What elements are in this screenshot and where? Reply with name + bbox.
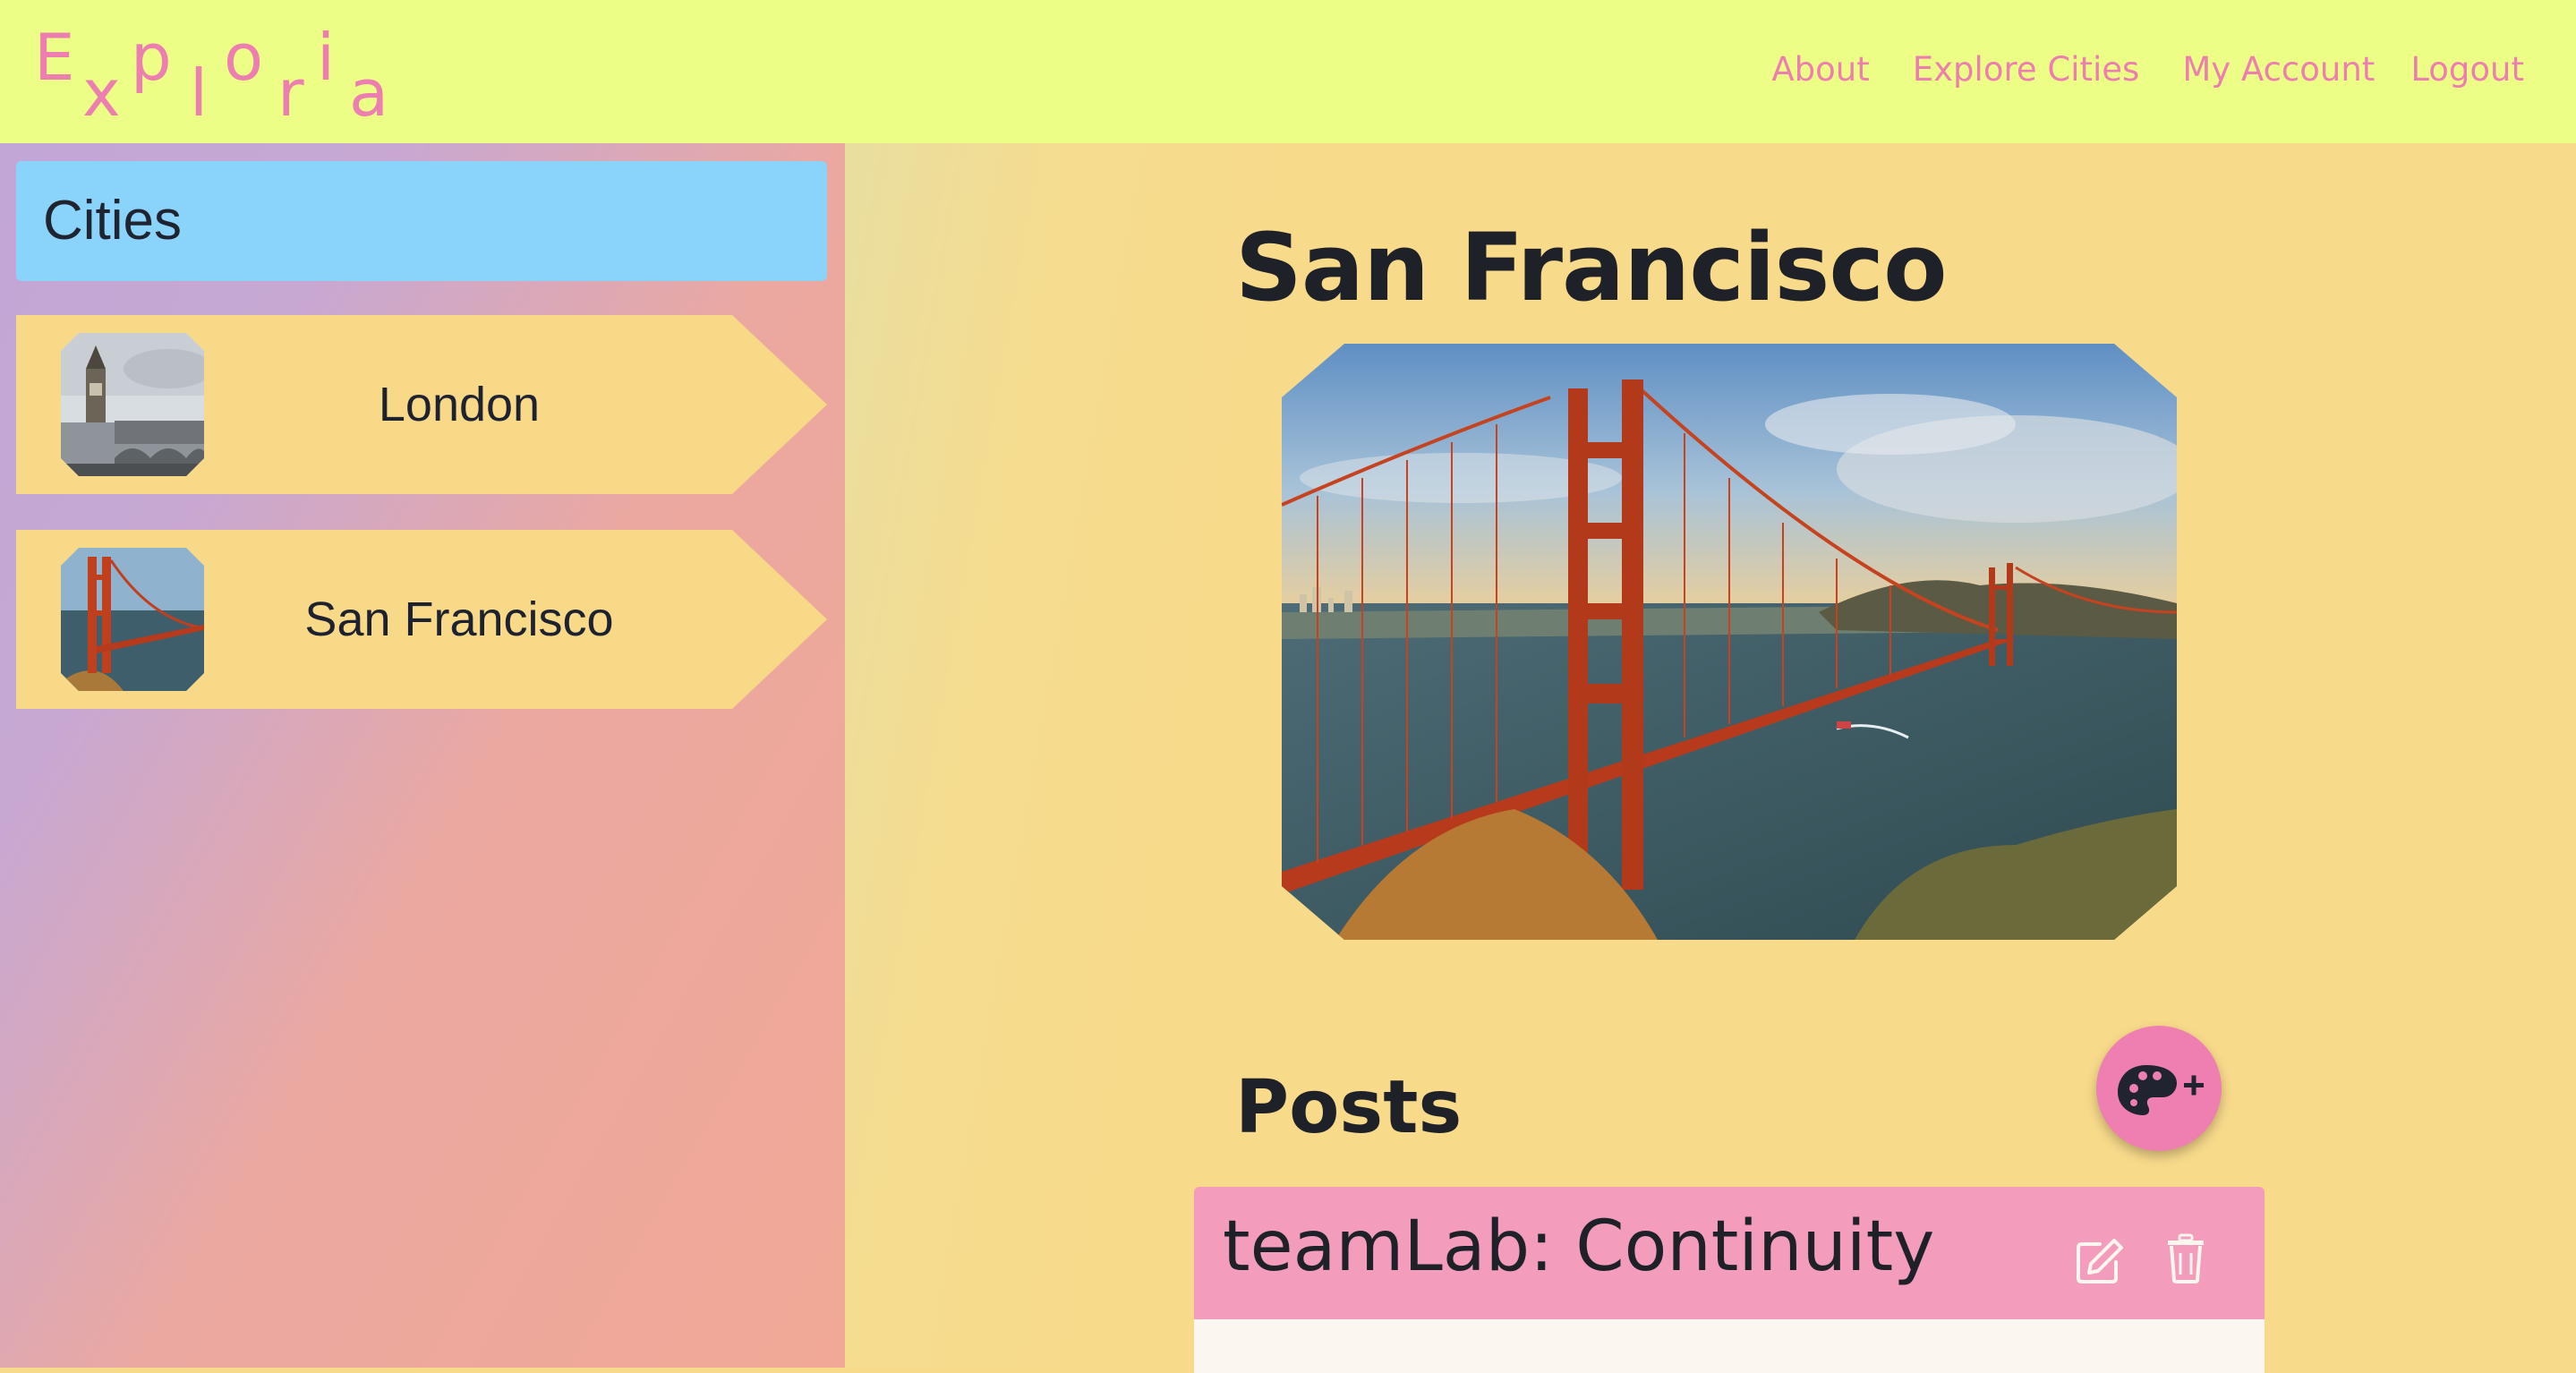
top-navbar: E x p l o r i a About Explore Cities My … bbox=[0, 0, 2576, 143]
logo-letter: a bbox=[349, 55, 389, 131]
logo-letter: p bbox=[131, 20, 172, 95]
san-francisco-thumbnail bbox=[61, 548, 204, 691]
delete-post-button[interactable] bbox=[2166, 1233, 2205, 1288]
main-nav: About Explore Cities My Account Logout bbox=[1771, 50, 2524, 89]
logo-letter: l bbox=[190, 55, 209, 131]
big-ben-photo-icon bbox=[61, 333, 204, 476]
logo-letter: i bbox=[317, 20, 336, 95]
add-post-button[interactable] bbox=[2096, 1026, 2222, 1151]
nav-about-link[interactable]: About bbox=[1771, 50, 1869, 89]
city-detail-panel: San Francisco Posts teamLab: Continuity bbox=[845, 143, 2576, 1373]
logo-letter: o bbox=[224, 20, 264, 95]
city-card-london[interactable]: London bbox=[16, 315, 827, 494]
posts-heading: Posts bbox=[1235, 1065, 1463, 1150]
palette-plus-icon bbox=[2118, 1065, 2204, 1115]
cities-sidebar: Cities London San Francisco bbox=[0, 143, 845, 1368]
edit-icon bbox=[2077, 1239, 2123, 1283]
city-name-san-francisco: San Francisco bbox=[304, 593, 614, 646]
edit-post-button[interactable] bbox=[2075, 1237, 2125, 1288]
golden-gate-bridge-photo-icon bbox=[1282, 344, 2177, 940]
app-logo[interactable]: E x p l o r i a bbox=[34, 16, 410, 131]
logo-letter: x bbox=[82, 55, 121, 131]
city-card-san-francisco[interactable]: San Francisco bbox=[16, 530, 827, 709]
golden-gate-photo-icon bbox=[61, 548, 204, 691]
logo-letter: r bbox=[277, 55, 304, 131]
page-title: San Francisco bbox=[1235, 213, 1948, 322]
sidebar-title: Cities bbox=[16, 161, 827, 281]
london-thumbnail bbox=[61, 333, 204, 476]
city-name-london: London bbox=[378, 378, 541, 431]
post-body bbox=[1194, 1319, 2265, 1373]
post-card: teamLab: Continuity bbox=[1194, 1187, 2265, 1319]
logo-letter: E bbox=[34, 20, 75, 95]
post-title: teamLab: Continuity bbox=[1223, 1207, 1935, 1287]
nav-explore-cities-link[interactable]: Explore Cities bbox=[1913, 50, 2140, 89]
nav-logout-link[interactable]: Logout bbox=[2410, 50, 2524, 89]
city-hero-image bbox=[1282, 344, 2177, 940]
nav-my-account-link[interactable]: My Account bbox=[2182, 50, 2375, 89]
trash-icon bbox=[2168, 1233, 2204, 1283]
